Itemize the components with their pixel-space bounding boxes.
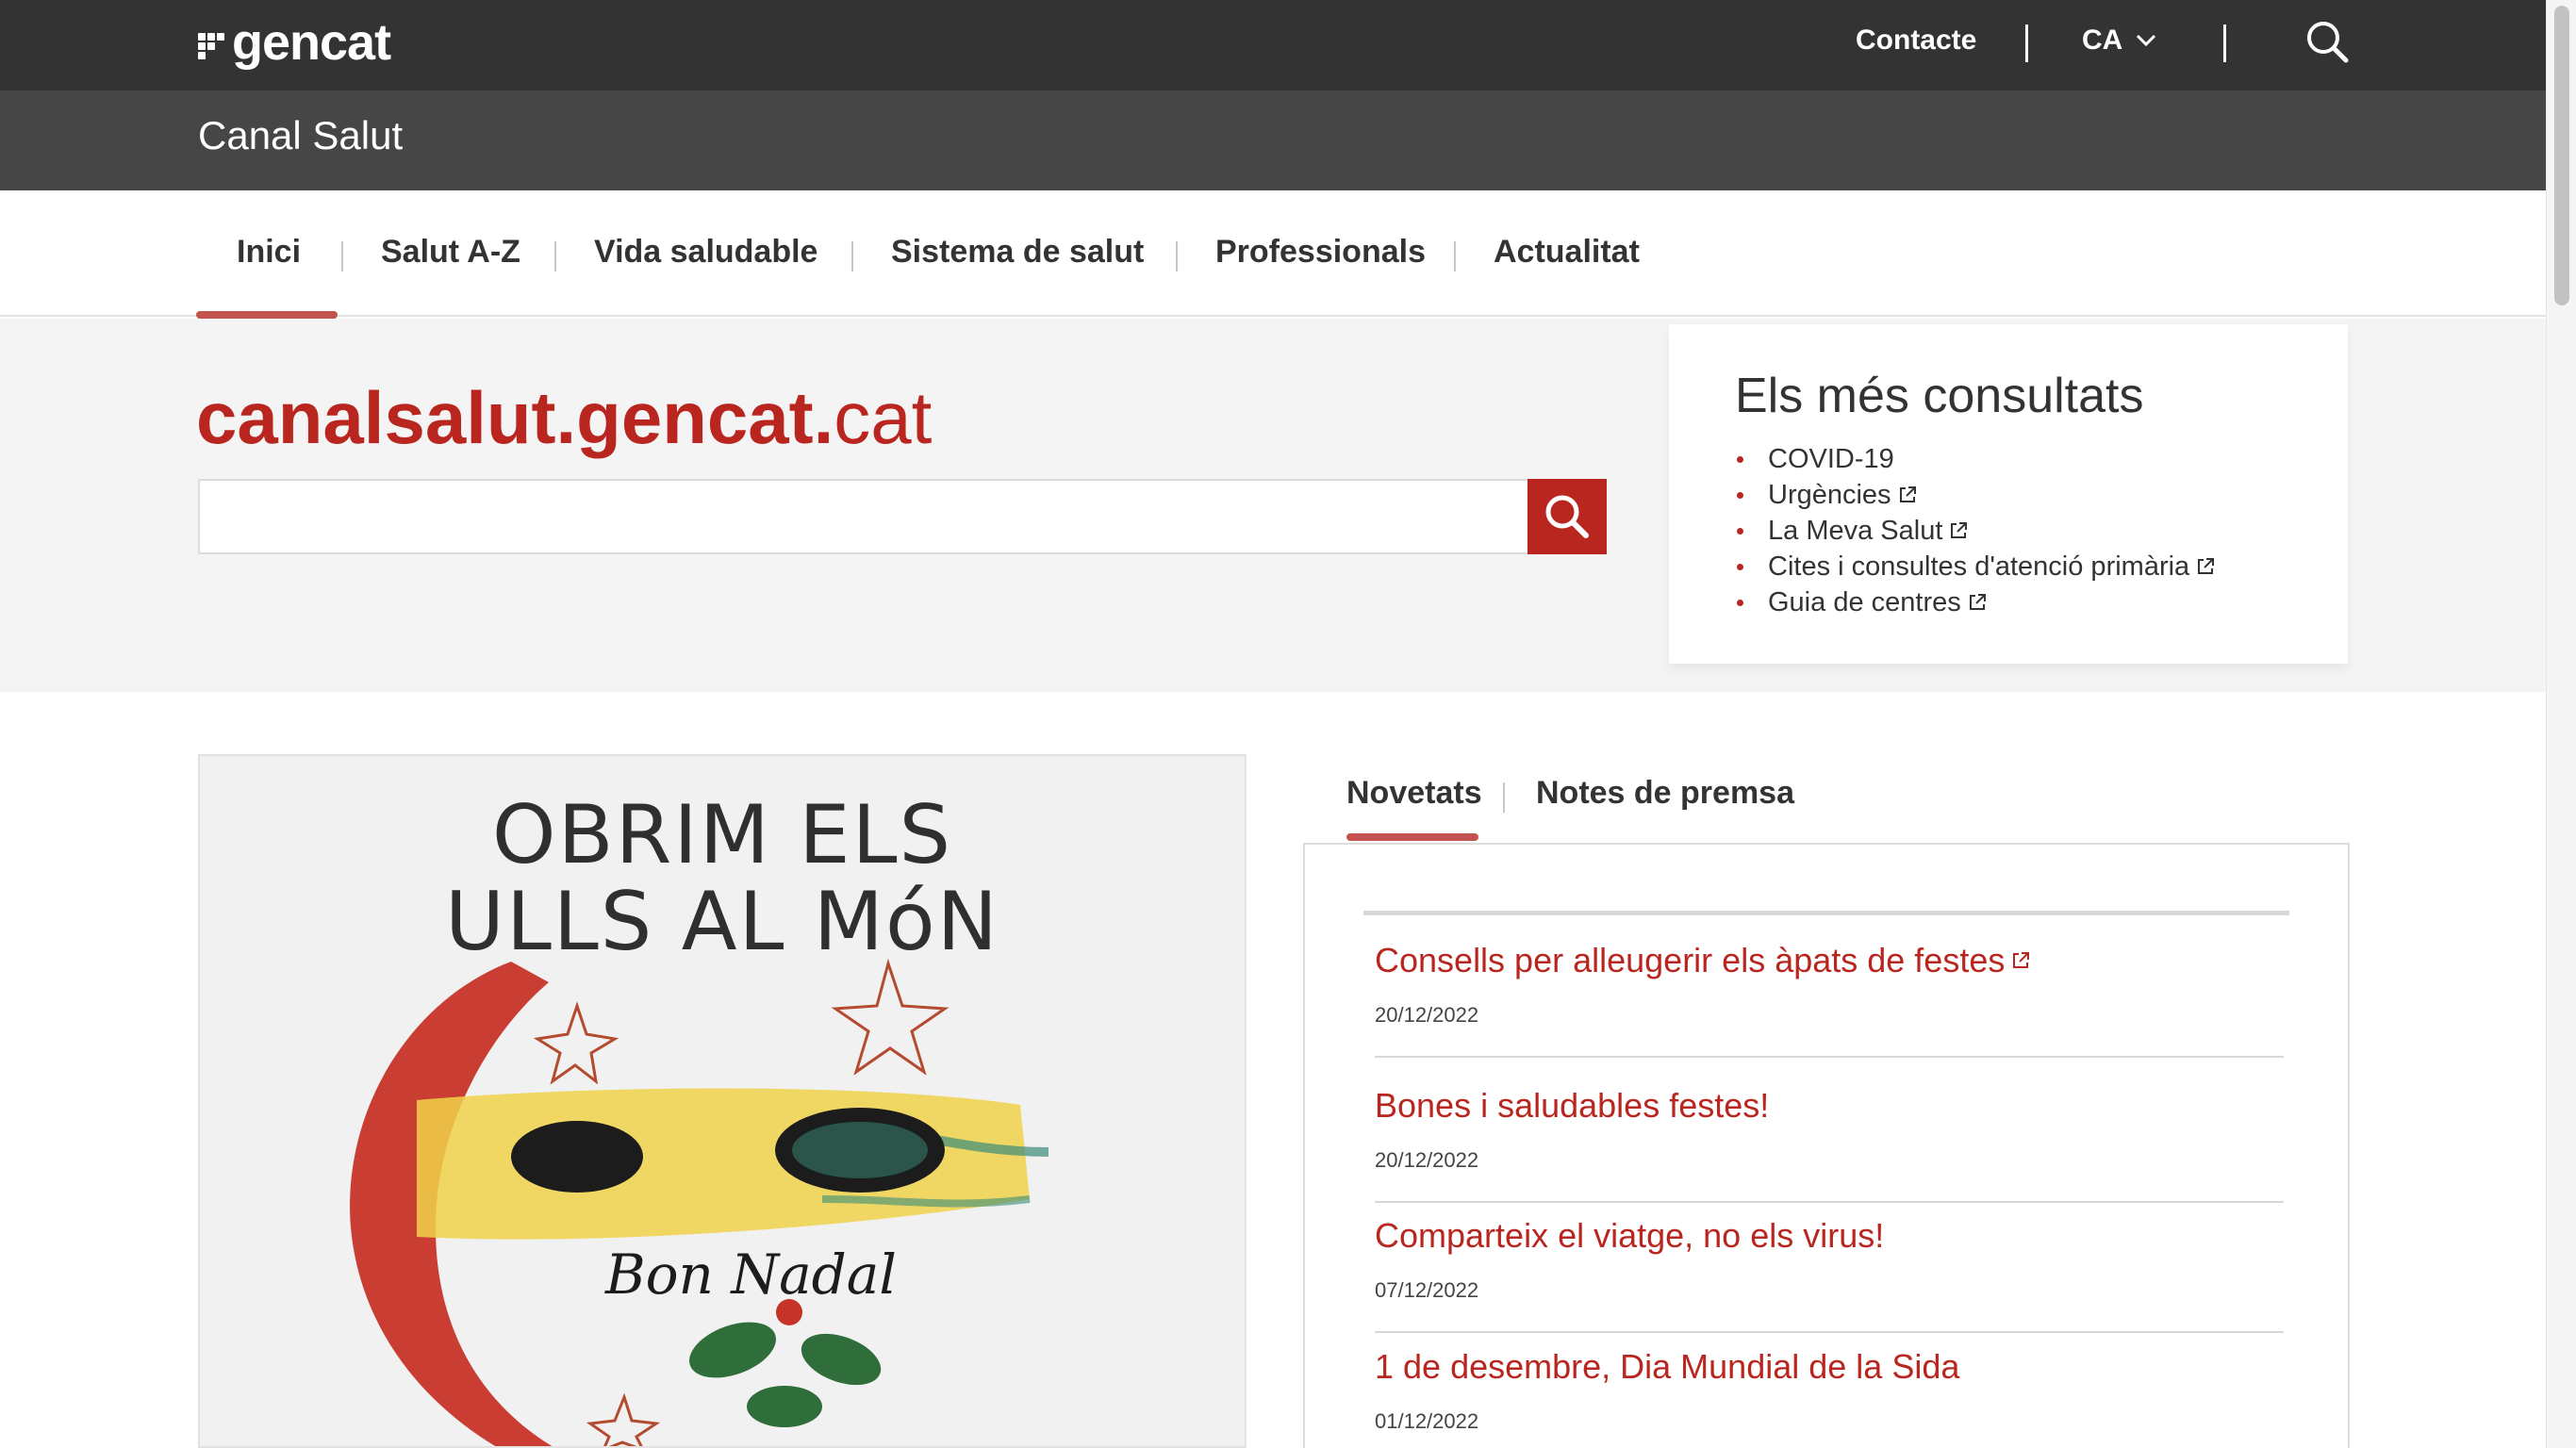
- top-divider: [2223, 25, 2226, 62]
- search-input[interactable]: [198, 479, 1529, 554]
- news-item-date: 01/12/2022: [1375, 1409, 1479, 1433]
- nav-item-inici[interactable]: Inici: [237, 234, 301, 271]
- news-item-title[interactable]: Bones i saludables festes!: [1375, 1086, 2284, 1126]
- list-item[interactable]: Urgències: [1737, 477, 2216, 513]
- contact-link[interactable]: Contacte: [1856, 25, 1976, 57]
- banner-signature: Bon Nadal: [604, 1242, 897, 1307]
- nav-item-salut-a-z[interactable]: Salut A-Z: [381, 234, 520, 271]
- news-item-title[interactable]: 1 de desembre, Dia Mundial de la Sida: [1375, 1347, 2284, 1387]
- list-item-label: Cites i consultes d'atenció primària: [1768, 551, 2190, 582]
- news-panel: Consells per alleugerir els àpats de fes…: [1303, 843, 2350, 1448]
- news-item-title-text: 1 de desembre, Dia Mundial de la Sida: [1375, 1347, 1960, 1386]
- news-item: Consells per alleugerir els àpats de fes…: [1375, 941, 2284, 1058]
- language-label: CA: [2082, 25, 2123, 56]
- main-nav: Inici Salut A-Z Vida saludable Sistema d…: [0, 190, 2546, 319]
- search-button[interactable]: [1527, 479, 1607, 554]
- news-item-title[interactable]: Consells per alleugerir els àpats de fes…: [1375, 941, 2284, 980]
- bullet-icon: [1737, 563, 1743, 570]
- bullet-icon: [1737, 599, 1743, 606]
- news-item-title-text: Bones i saludables festes!: [1375, 1086, 1770, 1125]
- tab-divider: [1503, 782, 1505, 813]
- most-viewed-title: Els més consultats: [1735, 369, 2144, 423]
- news-divider: [1363, 911, 2289, 915]
- language-selector[interactable]: CA: [2082, 25, 2156, 57]
- top-bar: gencat Contacte CA: [0, 0, 2546, 90]
- news-item-date: 07/12/2022: [1375, 1278, 1479, 1302]
- news-item: Comparteix el viatge, no els virus! 07/1…: [1375, 1216, 2284, 1333]
- news-item-title-text: Consells per alleugerir els àpats de fes…: [1375, 941, 2006, 979]
- nav-item-actualitat[interactable]: Actualitat: [1494, 234, 1640, 271]
- tab-novetats[interactable]: Novetats: [1346, 775, 1482, 812]
- bullet-icon: [1737, 455, 1743, 463]
- brand-bold: canalsalut.gencat.: [196, 376, 834, 459]
- nav-item-vida-saludable[interactable]: Vida saludable: [594, 234, 817, 271]
- hero-section: canalsalut.gencat.cat Els més consultats…: [0, 319, 2546, 692]
- christmas-banner[interactable]: Bon Nadal OBRIM ELS ULLS AL MóN: [198, 754, 1247, 1448]
- search-icon: [1545, 495, 1589, 538]
- news-item: 1 de desembre, Dia Mundial de la Sida 01…: [1375, 1347, 2284, 1448]
- news-item: Bones i saludables festes! 20/12/2022: [1375, 1086, 2284, 1203]
- bullet-icon: [1737, 491, 1743, 499]
- external-link-icon: [2013, 952, 2030, 968]
- site-header: Canal Salut: [0, 90, 2546, 190]
- banner-title-line1: OBRIM ELS: [491, 788, 953, 882]
- external-link-icon: [1899, 486, 1916, 502]
- list-item-label: La Meva Salut: [1768, 516, 1943, 546]
- list-item[interactable]: Guia de centres: [1737, 584, 2216, 620]
- external-link-icon: [2198, 558, 2215, 574]
- news-item-title-text: Comparteix el viatge, no els virus!: [1375, 1216, 1885, 1255]
- list-item-label: COVID-19: [1768, 444, 1894, 474]
- external-link-icon: [1951, 522, 1968, 538]
- list-item[interactable]: COVID-19: [1737, 441, 2216, 477]
- news-item-date: 20/12/2022: [1375, 1148, 1479, 1172]
- bullet-icon: [1737, 527, 1743, 535]
- brand-wordmark: canalsalut.gencat.cat: [196, 375, 932, 461]
- gencat-logo[interactable]: gencat: [198, 13, 391, 72]
- news-item-title[interactable]: Comparteix el viatge, no els virus!: [1375, 1216, 2284, 1256]
- nav-divider: [1176, 241, 1178, 272]
- gencat-logo-icon: [198, 25, 226, 59]
- chevron-down-icon: [2137, 34, 2156, 47]
- scrollbar-thumb[interactable]: [2554, 6, 2569, 305]
- search-icon[interactable]: [2304, 19, 2352, 66]
- nav-divider: [341, 241, 343, 272]
- external-link-icon: [1969, 594, 1986, 610]
- nav-divider: [851, 241, 853, 272]
- banner-title: OBRIM ELS ULLS AL MóN: [200, 792, 1245, 965]
- most-viewed-panel: Els més consultats COVID-19 Urgències La…: [1669, 324, 2348, 664]
- site-title[interactable]: Canal Salut: [198, 113, 403, 158]
- most-viewed-list: COVID-19 Urgències La Meva Salut Cites i…: [1737, 441, 2216, 620]
- list-item[interactable]: La Meva Salut: [1737, 513, 2216, 549]
- gencat-logo-text: gencat: [232, 14, 391, 71]
- nav-divider: [1454, 241, 1456, 272]
- list-item-label: Guia de centres: [1768, 587, 1961, 617]
- nav-item-professionals[interactable]: Professionals: [1215, 234, 1426, 271]
- list-item-label: Urgències: [1768, 480, 1891, 510]
- nav-item-sistema-de-salut[interactable]: Sistema de salut: [891, 234, 1144, 271]
- nav-divider: [554, 241, 556, 272]
- news-item-date: 20/12/2022: [1375, 1003, 1479, 1027]
- banner-title-line2: ULLS AL MóN: [445, 875, 999, 969]
- brand-light: cat: [834, 376, 933, 459]
- page-scrollbar[interactable]: [2546, 0, 2576, 1448]
- tab-notes-de-premsa[interactable]: Notes de premsa: [1536, 775, 1794, 812]
- tab-active-indicator: [1346, 833, 1478, 841]
- top-divider: [2025, 25, 2028, 62]
- nav-active-indicator: [196, 311, 338, 319]
- list-item[interactable]: Cites i consultes d'atenció primària: [1737, 549, 2216, 584]
